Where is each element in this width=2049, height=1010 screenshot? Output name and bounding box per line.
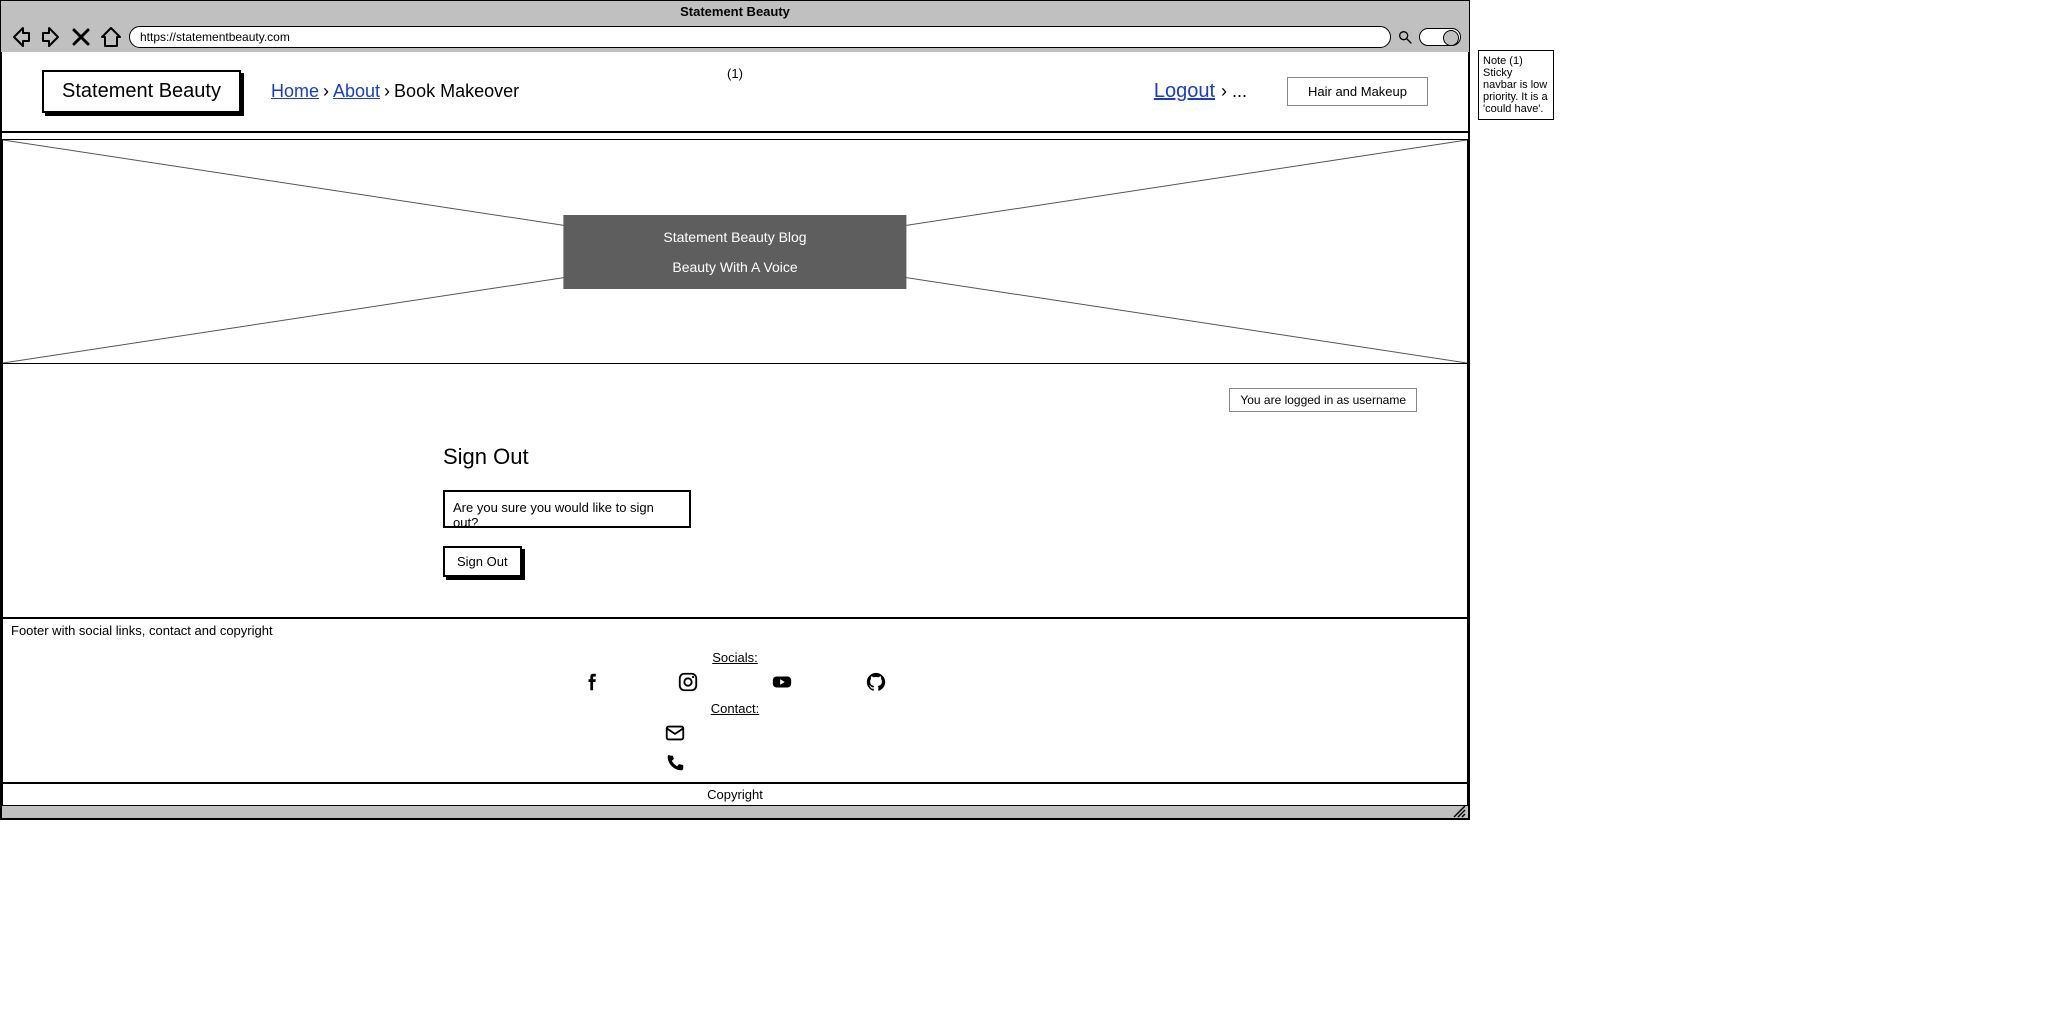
breadcrumb-home[interactable]: Home	[271, 81, 319, 102]
annotation-note: Note (1) Sticky navbar is low priority. …	[1478, 50, 1554, 120]
footer: Footer with social links, contact and co…	[2, 618, 1468, 783]
search-icon[interactable]	[1397, 29, 1413, 45]
signout-button[interactable]: Sign Out	[443, 546, 522, 577]
window-title: Statement Beauty	[1, 1, 1469, 22]
navbar: Statement Beauty Home › About › Book Mak…	[2, 52, 1468, 133]
facebook-icon[interactable]	[583, 671, 605, 693]
contact-label: Contact:	[3, 701, 1467, 716]
browser-toolbar: https://statementbeauty.com	[1, 22, 1469, 52]
brand-button[interactable]: Statement Beauty	[42, 70, 241, 113]
more-menu[interactable]: › ...	[1221, 81, 1247, 102]
chevron-right-icon: ›	[323, 81, 329, 102]
toggle-switch[interactable]	[1419, 28, 1461, 46]
breadcrumb-book-makeover: Book Makeover	[394, 81, 519, 102]
browser-chrome: Statement Beauty https://statementbeauty…	[0, 0, 1470, 820]
status-bar	[2, 806, 1468, 818]
resize-grip-icon[interactable]	[1452, 806, 1466, 818]
home-icon[interactable]	[99, 26, 123, 48]
footer-heading: Footer with social links, contact and co…	[3, 619, 1467, 642]
signout-heading: Sign Out	[443, 444, 1427, 470]
hero-subtitle: Beauty With A Voice	[663, 259, 806, 275]
chevron-right-icon: ›	[384, 81, 390, 102]
hero-image-placeholder: Statement Beauty Blog Beauty With A Voic…	[2, 139, 1468, 364]
youtube-icon[interactable]	[771, 671, 793, 693]
breadcrumb-about[interactable]: About	[333, 81, 380, 102]
instagram-icon[interactable]	[677, 671, 699, 693]
logout-link[interactable]: Logout	[1154, 80, 1215, 103]
github-icon[interactable]	[865, 671, 887, 693]
close-icon[interactable]	[69, 26, 93, 48]
url-bar[interactable]: https://statementbeauty.com	[129, 26, 1391, 48]
hero-title: Statement Beauty Blog	[663, 229, 806, 245]
back-icon[interactable]	[9, 26, 33, 48]
hair-makeup-label: Hair and Makeup	[1287, 77, 1428, 106]
signout-confirm-text: Are you sure you would like to sign out?	[443, 490, 691, 528]
hero-overlay: Statement Beauty Blog Beauty With A Voic…	[563, 215, 906, 289]
socials-label: Socials:	[3, 650, 1467, 665]
main-content: You are logged in as username Sign Out A…	[2, 364, 1468, 618]
copyright: Copyright	[2, 783, 1468, 806]
forward-icon[interactable]	[39, 26, 63, 48]
phone-icon[interactable]	[664, 752, 686, 774]
breadcrumb: Home › About › Book Makeover	[271, 81, 519, 102]
email-icon[interactable]	[664, 722, 686, 744]
login-status: You are logged in as username	[1229, 388, 1417, 412]
annotation-marker: (1)	[727, 66, 743, 81]
